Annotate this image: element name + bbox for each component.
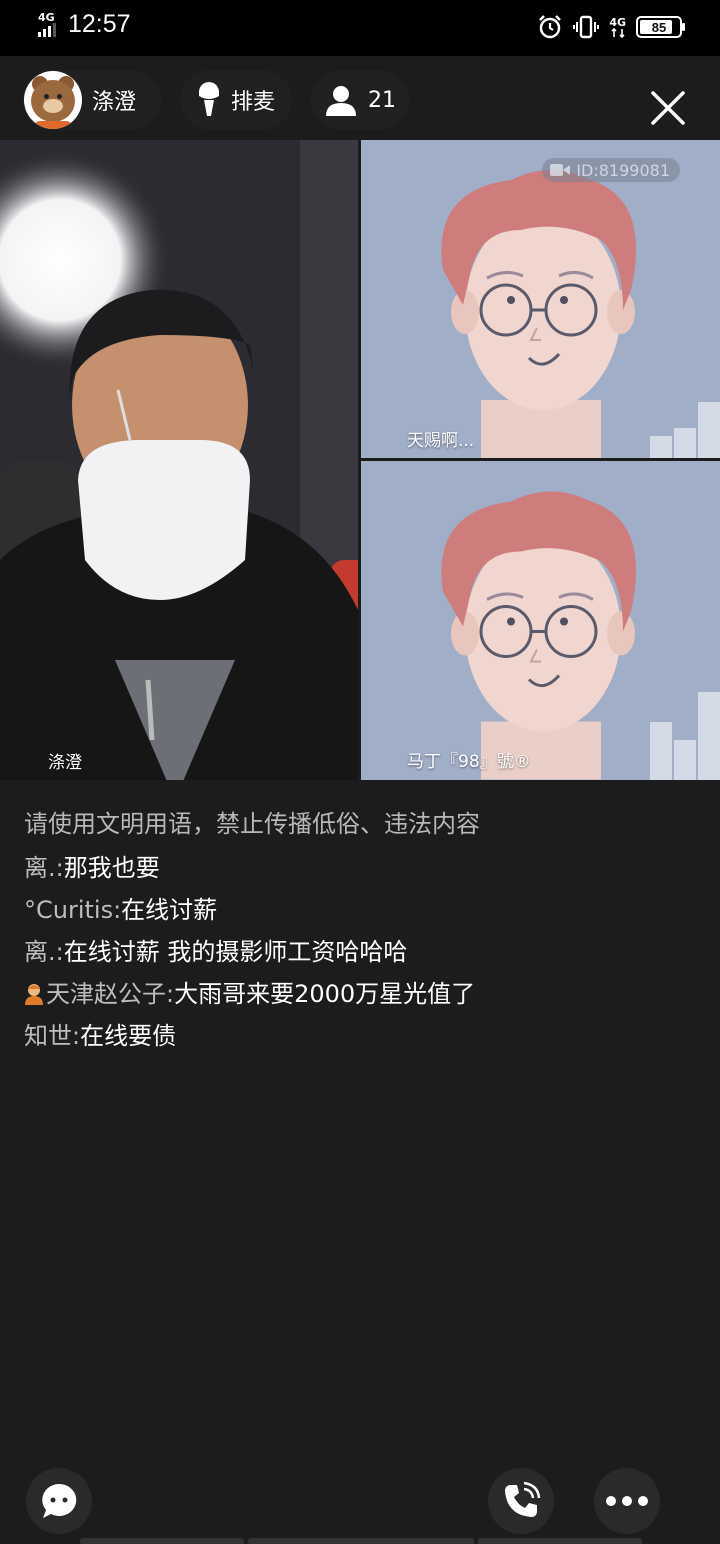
vibrate-icon [573,15,600,39]
chat-notice: 请使用文明用语，禁止传播低俗、违法内容 [24,810,480,838]
chat-text: 那我也要 [63,854,160,882]
more-button[interactable] [594,1468,660,1534]
chat-feed[interactable]: 请使用文明用语，禁止传播低俗、违法内容 离.:那我也要 °Curitis:在线讨… [24,808,544,1059]
chat-sender[interactable]: 离.: [24,854,64,882]
signal-bars-icon [650,402,720,458]
chat-message: 离.:在线讨薪 我的摄影师工资哈哈哈 [24,933,544,971]
chat-sender[interactable]: 天津赵公子: [46,980,174,1008]
host-info[interactable]: 涤澄 [22,70,162,130]
status-right: 4G 85 [537,14,685,40]
clock: 12:57 [68,10,131,38]
chat-sender[interactable]: 知世: [24,1022,80,1050]
network-type: 4G [38,11,55,24]
mic-queue-button[interactable]: 排麦 [180,70,292,130]
gesture-bar [80,1538,244,1544]
signal-icon [38,23,56,37]
room-id-badge: ID:8199081 [542,158,680,182]
more-dots-icon [606,1496,648,1506]
alarm-icon [539,15,562,39]
signal-bars-icon [650,692,720,780]
guest-1-label: 天赐啊... [407,431,475,451]
room-header: 涤澄 排麦 21 [0,56,720,140]
chat-message: 离.:那我也要 [24,849,544,887]
chat-message: °Curitis:在线讨薪 [24,891,544,929]
chat-button[interactable] [26,1468,92,1534]
guest-2-label: 马丁『98』號® [407,752,531,772]
guest-video-1[interactable]: ID:8199081 天赐啊... [361,140,720,458]
gesture-bar [248,1538,474,1544]
network-type-right: 4G [609,15,626,29]
battery-level: 85 [651,19,667,35]
viewers-button[interactable]: 21 [310,70,410,130]
room-id: ID:8199081 [576,160,670,180]
gesture-bar [478,1538,642,1544]
person-icon [326,86,356,116]
host-video-feed [0,140,358,780]
status-bar: 4G 12:57 4G 85 [0,0,720,56]
host-video[interactable]: 涤澄 [0,140,358,780]
mic-queue-label: 排麦 [230,90,275,115]
close-icon[interactable] [650,90,686,126]
battery-icon: 85 [636,16,685,38]
phone-icon [505,1481,541,1517]
chat-text: 大雨哥来要2000万星光值了 [174,980,476,1008]
chat-sender[interactable]: 离.: [24,938,64,966]
network-indicator: 4G [609,17,626,38]
chat-text: 在线要债 [80,1022,177,1050]
call-button[interactable] [488,1468,554,1534]
guest-video-2[interactable]: 马丁『98』號® [361,461,720,780]
status-left: 4G 12:57 [38,10,131,39]
chat-message: 知世:在线要债 [24,1017,544,1055]
viewer-count: 21 [368,87,396,113]
chat-bubble-icon [42,1483,77,1518]
cell-signal: 4G [38,12,56,37]
host-avatar[interactable] [24,71,82,129]
user-badge-icon [25,984,43,1005]
host-video-label: 涤澄 [48,753,82,773]
chat-text: 在线讨薪 我的摄影师工资哈哈哈 [63,938,408,966]
host-name: 涤澄 [92,90,137,115]
microphone-icon [198,82,219,116]
chat-sender[interactable]: °Curitis: [24,896,121,924]
data-arrows-icon [611,27,625,38]
chat-message: 天津赵公子:大雨哥来要2000万星光值了 [24,975,544,1013]
chat-text: 在线讨薪 [121,896,218,924]
video-camera-icon [550,164,571,176]
